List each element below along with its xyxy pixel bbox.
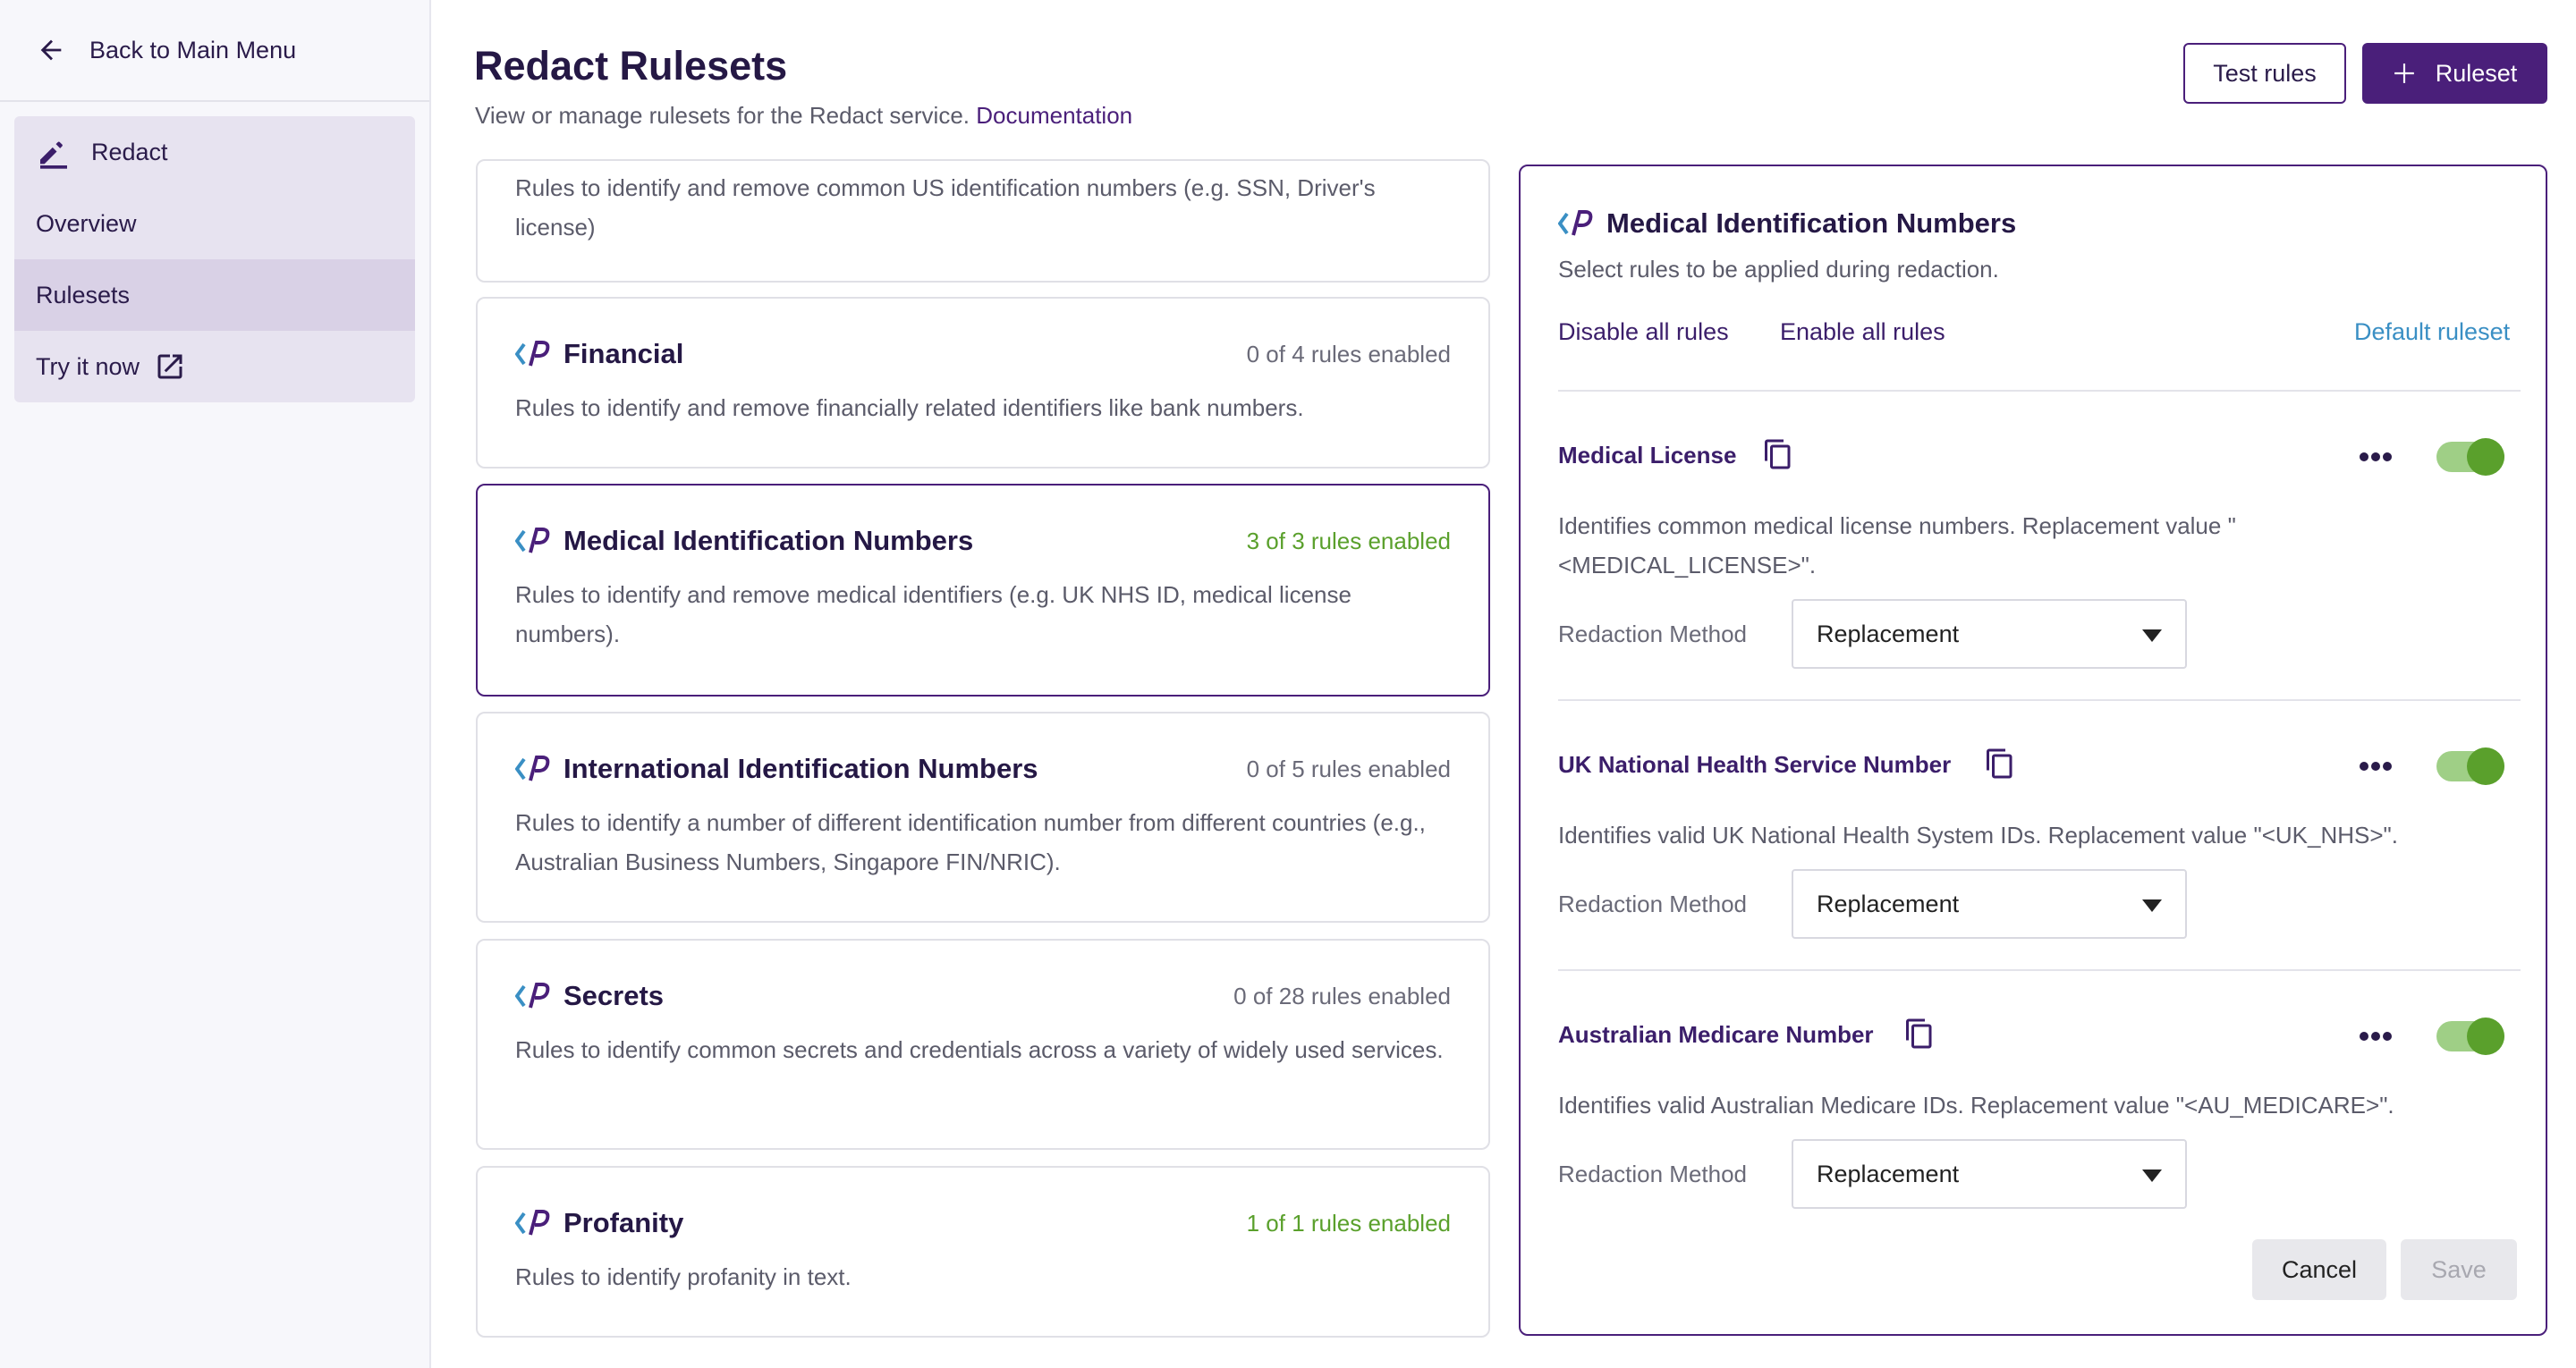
ruleset-logo-icon [515, 341, 550, 367]
more-options-icon[interactable] [2358, 451, 2394, 463]
sidebar-item-label: Overview [36, 209, 137, 237]
rule-description: Identifies valid Australian Medicare IDs… [1558, 1092, 2394, 1119]
sidebar-item-redact[interactable]: Redact [14, 116, 415, 188]
ruleset-rule-count: 0 of 4 rules enabled [1246, 340, 1451, 367]
ruleset-rule-count: 3 of 3 rules enabled [1246, 527, 1451, 554]
sidebar-item-label: Rulesets [36, 281, 131, 308]
select-value: Replacement [1817, 890, 1960, 917]
ruleset-card-financial[interactable]: Financial 0 of 4 rules enabled Rules to … [476, 297, 1490, 469]
page-subtitle: View or manage rulesets for the Redact s… [475, 102, 1132, 130]
documentation-link[interactable]: Documentation [976, 102, 1132, 129]
arrow-left-icon [40, 39, 62, 61]
divider [1558, 969, 2521, 971]
ruleset-card-secrets[interactable]: Secrets 0 of 28 rules enabled Rules to i… [476, 939, 1490, 1150]
disable-all-rules-link[interactable]: Disable all rules [1558, 318, 1729, 346]
rule-description: Identifies valid UK National Health Syst… [1558, 822, 2398, 849]
copy-icon[interactable] [1762, 436, 1794, 472]
redaction-method-select[interactable]: Replacement [1792, 599, 2187, 669]
pencil-icon [40, 141, 67, 169]
save-button[interactable]: Save [2401, 1239, 2517, 1300]
redaction-method-select[interactable]: Replacement [1792, 869, 2187, 939]
rule-name: Medical License [1558, 442, 1737, 469]
ruleset-logo-icon [515, 756, 550, 781]
ruleset-card-us-identification[interactable]: Rules to identify and remove common US i… [476, 159, 1490, 283]
select-value: Replacement [1817, 1160, 1960, 1187]
rule-name: UK National Health Service Number [1558, 751, 1952, 778]
rule-enabled-toggle[interactable] [2436, 438, 2504, 476]
ruleset-name: Secrets [564, 980, 665, 1011]
ruleset-card-medical[interactable]: Medical Identification Numbers 3 of 3 ru… [476, 484, 1490, 697]
redaction-method-label: Redaction Method [1558, 891, 1748, 917]
sidebar-item-overview[interactable]: Overview [14, 188, 415, 259]
redaction-method-select[interactable]: Replacement [1792, 1139, 2187, 1209]
sidebar-section-label: Redact [91, 138, 168, 165]
ruleset-name: Profanity [564, 1207, 684, 1238]
plus-icon [2394, 63, 2414, 83]
panel-subtitle: Select rules to be applied during redact… [1558, 256, 1999, 283]
ruleset-description: Rules to identify and remove common US i… [515, 174, 1376, 241]
ruleset-detail-panel: Medical Identification Numbers Select ru… [1519, 165, 2547, 1336]
ruleset-logo-icon [515, 528, 550, 553]
dropdown-caret-icon [2142, 629, 2162, 642]
rule-enabled-toggle[interactable] [2436, 747, 2504, 785]
sidebar-item-label: Try it now [36, 352, 140, 380]
dropdown-caret-icon [2142, 1170, 2162, 1182]
ruleset-logo-icon [515, 1210, 550, 1236]
divider [1558, 390, 2521, 392]
rule-enabled-toggle[interactable] [2436, 1018, 2504, 1055]
test-rules-button[interactable]: Test rules [2183, 43, 2346, 104]
sidebar: Back to Main Menu Redact Overview Rulese… [0, 0, 431, 1368]
ruleset-description: Rules to identify profanity in text. [515, 1263, 852, 1290]
ruleset-rule-count: 0 of 5 rules enabled [1246, 755, 1451, 782]
add-ruleset-label: Ruleset [2435, 59, 2518, 87]
add-ruleset-button[interactable]: Ruleset [2362, 43, 2547, 104]
ruleset-logo-icon [515, 983, 550, 1009]
enable-all-rules-link[interactable]: Enable all rules [1780, 318, 1945, 346]
sidebar-nav: Redact Overview Rulesets Try it now [14, 116, 415, 402]
cancel-button[interactable]: Cancel [2252, 1239, 2386, 1300]
copy-icon[interactable] [1984, 746, 2016, 781]
panel-title: Medical Identification Numbers [1606, 207, 2017, 239]
ruleset-name: Financial [564, 338, 684, 369]
toggle-knob [2467, 438, 2504, 476]
ruleset-name: Medical Identification Numbers [564, 525, 974, 556]
copy-icon[interactable] [1903, 1016, 1936, 1051]
ruleset-description: Rules to identify and remove financially… [515, 394, 1304, 421]
default-ruleset-link[interactable]: Default ruleset [2354, 318, 2510, 346]
toggle-knob [2467, 747, 2504, 785]
ruleset-description: Rules to identify a number of different … [515, 809, 1426, 875]
ruleset-description: Rules to identify common secrets and cre… [515, 1036, 1444, 1063]
select-value: Replacement [1817, 620, 1960, 647]
subtitle-text: View or manage rulesets for the Redact s… [475, 102, 970, 129]
back-to-main-menu-link[interactable]: Back to Main Menu [36, 32, 296, 68]
ruleset-description: Rules to identify and remove medical ide… [515, 581, 1352, 647]
rule-name: Australian Medicare Number [1558, 1021, 1874, 1048]
more-options-icon[interactable] [2358, 1030, 2394, 1043]
ruleset-card-profanity[interactable]: Profanity 1 of 1 rules enabled Rules to … [476, 1166, 1490, 1338]
sidebar-divider [0, 100, 429, 102]
rule-description: Identifies common medical license number… [1558, 512, 2236, 578]
ruleset-logo-icon [1558, 210, 1593, 236]
ruleset-card-international[interactable]: International Identification Numbers 0 o… [476, 712, 1490, 923]
ruleset-name: International Identification Numbers [564, 753, 1038, 784]
ruleset-rule-count: 0 of 28 rules enabled [1233, 982, 1451, 1009]
panel-header: Medical Identification Numbers [1558, 207, 2016, 240]
divider [1558, 699, 2521, 701]
dropdown-caret-icon [2142, 899, 2162, 912]
page-title: Redact Rulesets [474, 43, 788, 89]
sidebar-item-try-it-now[interactable]: Try it now [14, 331, 415, 402]
ruleset-rule-count: 1 of 1 rules enabled [1246, 1209, 1451, 1237]
more-options-icon[interactable] [2358, 760, 2394, 773]
redaction-method-label: Redaction Method [1558, 1161, 1748, 1187]
back-label: Back to Main Menu [89, 36, 297, 63]
external-link-icon [157, 354, 182, 379]
redaction-method-label: Redaction Method [1558, 621, 1748, 647]
sidebar-item-rulesets[interactable]: Rulesets [14, 259, 415, 331]
toggle-knob [2467, 1018, 2504, 1055]
